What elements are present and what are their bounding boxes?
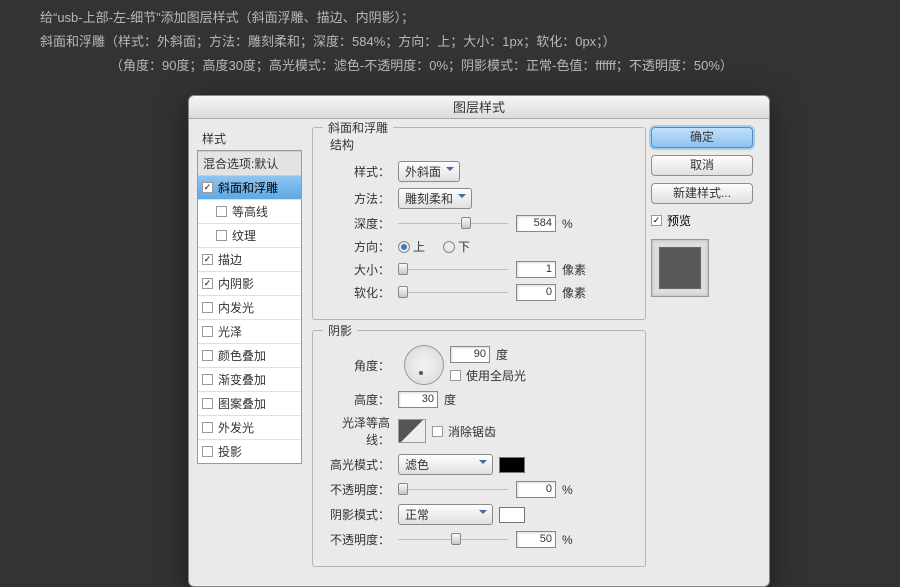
sidebar-item-label: 纹理 <box>232 227 256 244</box>
style-select[interactable]: 外斜面 <box>398 161 460 182</box>
highlight-color-swatch[interactable] <box>499 457 525 473</box>
sidebar-list: 混合选项:默认 斜面和浮雕等高线纹理描边内阴影内发光光泽颜色叠加渐变叠加图案叠加… <box>197 150 302 464</box>
sidebar-item[interactable]: 图案叠加 <box>198 392 301 416</box>
sidebar-item-label: 斜面和浮雕 <box>218 179 278 196</box>
shadow-mode-select[interactable]: 正常 <box>398 504 493 525</box>
new-style-button[interactable]: 新建样式... <box>651 183 753 204</box>
sidebar-item-label: 内阴影 <box>218 275 254 292</box>
depth-slider[interactable] <box>398 216 508 232</box>
sidebar-item[interactable]: 光泽 <box>198 320 301 344</box>
right-panel: 确定 取消 新建样式... 预览 <box>646 127 761 577</box>
gloss-contour[interactable] <box>398 419 426 443</box>
sidebar-item[interactable]: 内阴影 <box>198 272 301 296</box>
size-input[interactable]: 1 <box>516 261 556 278</box>
highlight-mode-select[interactable]: 滤色 <box>398 454 493 475</box>
sidebar-item[interactable]: 等高线 <box>198 200 301 224</box>
shading-fieldset: 阴影 角度： 90度 使用全局光 高度：30度 光泽等高线：消除锯齿 高光模式：… <box>312 330 646 567</box>
sidebar-item-label: 内发光 <box>218 299 254 316</box>
cancel-button[interactable]: 取消 <box>651 155 753 176</box>
dir-down-radio[interactable] <box>443 241 455 253</box>
altitude-input[interactable]: 30 <box>398 391 438 408</box>
preview-box <box>651 239 709 297</box>
checkbox-icon[interactable] <box>202 254 213 265</box>
sidebar-item[interactable]: 外发光 <box>198 416 301 440</box>
description-text: 给“usb-上部-左-细节”添加图层样式（斜面浮雕、描边、内阴影）； 斜面和浮雕… <box>0 0 900 78</box>
checkbox-icon[interactable] <box>202 374 213 385</box>
preview-checkbox[interactable] <box>651 215 662 226</box>
sh-opacity-input[interactable]: 50 <box>516 531 556 548</box>
sidebar-item[interactable]: 内发光 <box>198 296 301 320</box>
sidebar-item-label: 投影 <box>218 443 242 460</box>
sidebar-item-label: 渐变叠加 <box>218 371 266 388</box>
styles-sidebar: 样式 混合选项:默认 斜面和浮雕等高线纹理描边内阴影内发光光泽颜色叠加渐变叠加图… <box>197 127 302 577</box>
sh-opacity-slider[interactable] <box>398 532 508 548</box>
checkbox-icon[interactable] <box>216 230 227 241</box>
dir-up-radio[interactable] <box>398 241 410 253</box>
checkbox-icon[interactable] <box>202 326 213 337</box>
checkbox-icon[interactable] <box>202 398 213 409</box>
global-light-checkbox[interactable] <box>450 370 461 381</box>
ok-button[interactable]: 确定 <box>651 127 753 148</box>
sidebar-item[interactable]: 纹理 <box>198 224 301 248</box>
antialias-checkbox[interactable] <box>432 426 443 437</box>
sidebar-item-label: 等高线 <box>232 203 268 220</box>
dialog-title: 图层样式 <box>189 96 769 119</box>
checkbox-icon[interactable] <box>202 446 213 457</box>
sidebar-item[interactable]: 描边 <box>198 248 301 272</box>
bevel-legend: 斜面和浮雕 <box>323 119 393 136</box>
bevel-fieldset: 斜面和浮雕 结构 样式：外斜面 方法：雕刻柔和 深度：584% 方向：上下 大小… <box>312 127 646 320</box>
checkbox-icon[interactable] <box>202 182 213 193</box>
structure-label: 结构 <box>325 136 633 153</box>
sidebar-item[interactable]: 投影 <box>198 440 301 463</box>
sidebar-head: 样式 <box>197 127 302 150</box>
soften-input[interactable]: 0 <box>516 284 556 301</box>
sidebar-item-label: 光泽 <box>218 323 242 340</box>
shading-legend: 阴影 <box>323 322 357 339</box>
size-slider[interactable] <box>398 262 508 278</box>
layer-style-dialog: 图层样式 样式 混合选项:默认 斜面和浮雕等高线纹理描边内阴影内发光光泽颜色叠加… <box>188 95 770 587</box>
settings-panel: 斜面和浮雕 结构 样式：外斜面 方法：雕刻柔和 深度：584% 方向：上下 大小… <box>302 127 646 577</box>
checkbox-icon[interactable] <box>202 302 213 313</box>
checkbox-icon[interactable] <box>202 278 213 289</box>
blend-options[interactable]: 混合选项:默认 <box>198 151 301 176</box>
hl-opacity-slider[interactable] <box>398 482 508 498</box>
depth-input[interactable]: 584 <box>516 215 556 232</box>
soften-slider[interactable] <box>398 285 508 301</box>
sidebar-item[interactable]: 斜面和浮雕 <box>198 176 301 200</box>
sidebar-item-label: 外发光 <box>218 419 254 436</box>
checkbox-icon[interactable] <box>216 206 227 217</box>
technique-select[interactable]: 雕刻柔和 <box>398 188 472 209</box>
sidebar-item-label: 描边 <box>218 251 242 268</box>
angle-input[interactable]: 90 <box>450 346 490 363</box>
checkbox-icon[interactable] <box>202 422 213 433</box>
shadow-color-swatch[interactable] <box>499 507 525 523</box>
sidebar-item-label: 颜色叠加 <box>218 347 266 364</box>
sidebar-item[interactable]: 颜色叠加 <box>198 344 301 368</box>
sidebar-item[interactable]: 渐变叠加 <box>198 368 301 392</box>
hl-opacity-input[interactable]: 0 <box>516 481 556 498</box>
sidebar-item-label: 图案叠加 <box>218 395 266 412</box>
angle-dial[interactable] <box>404 345 444 385</box>
checkbox-icon[interactable] <box>202 350 213 361</box>
